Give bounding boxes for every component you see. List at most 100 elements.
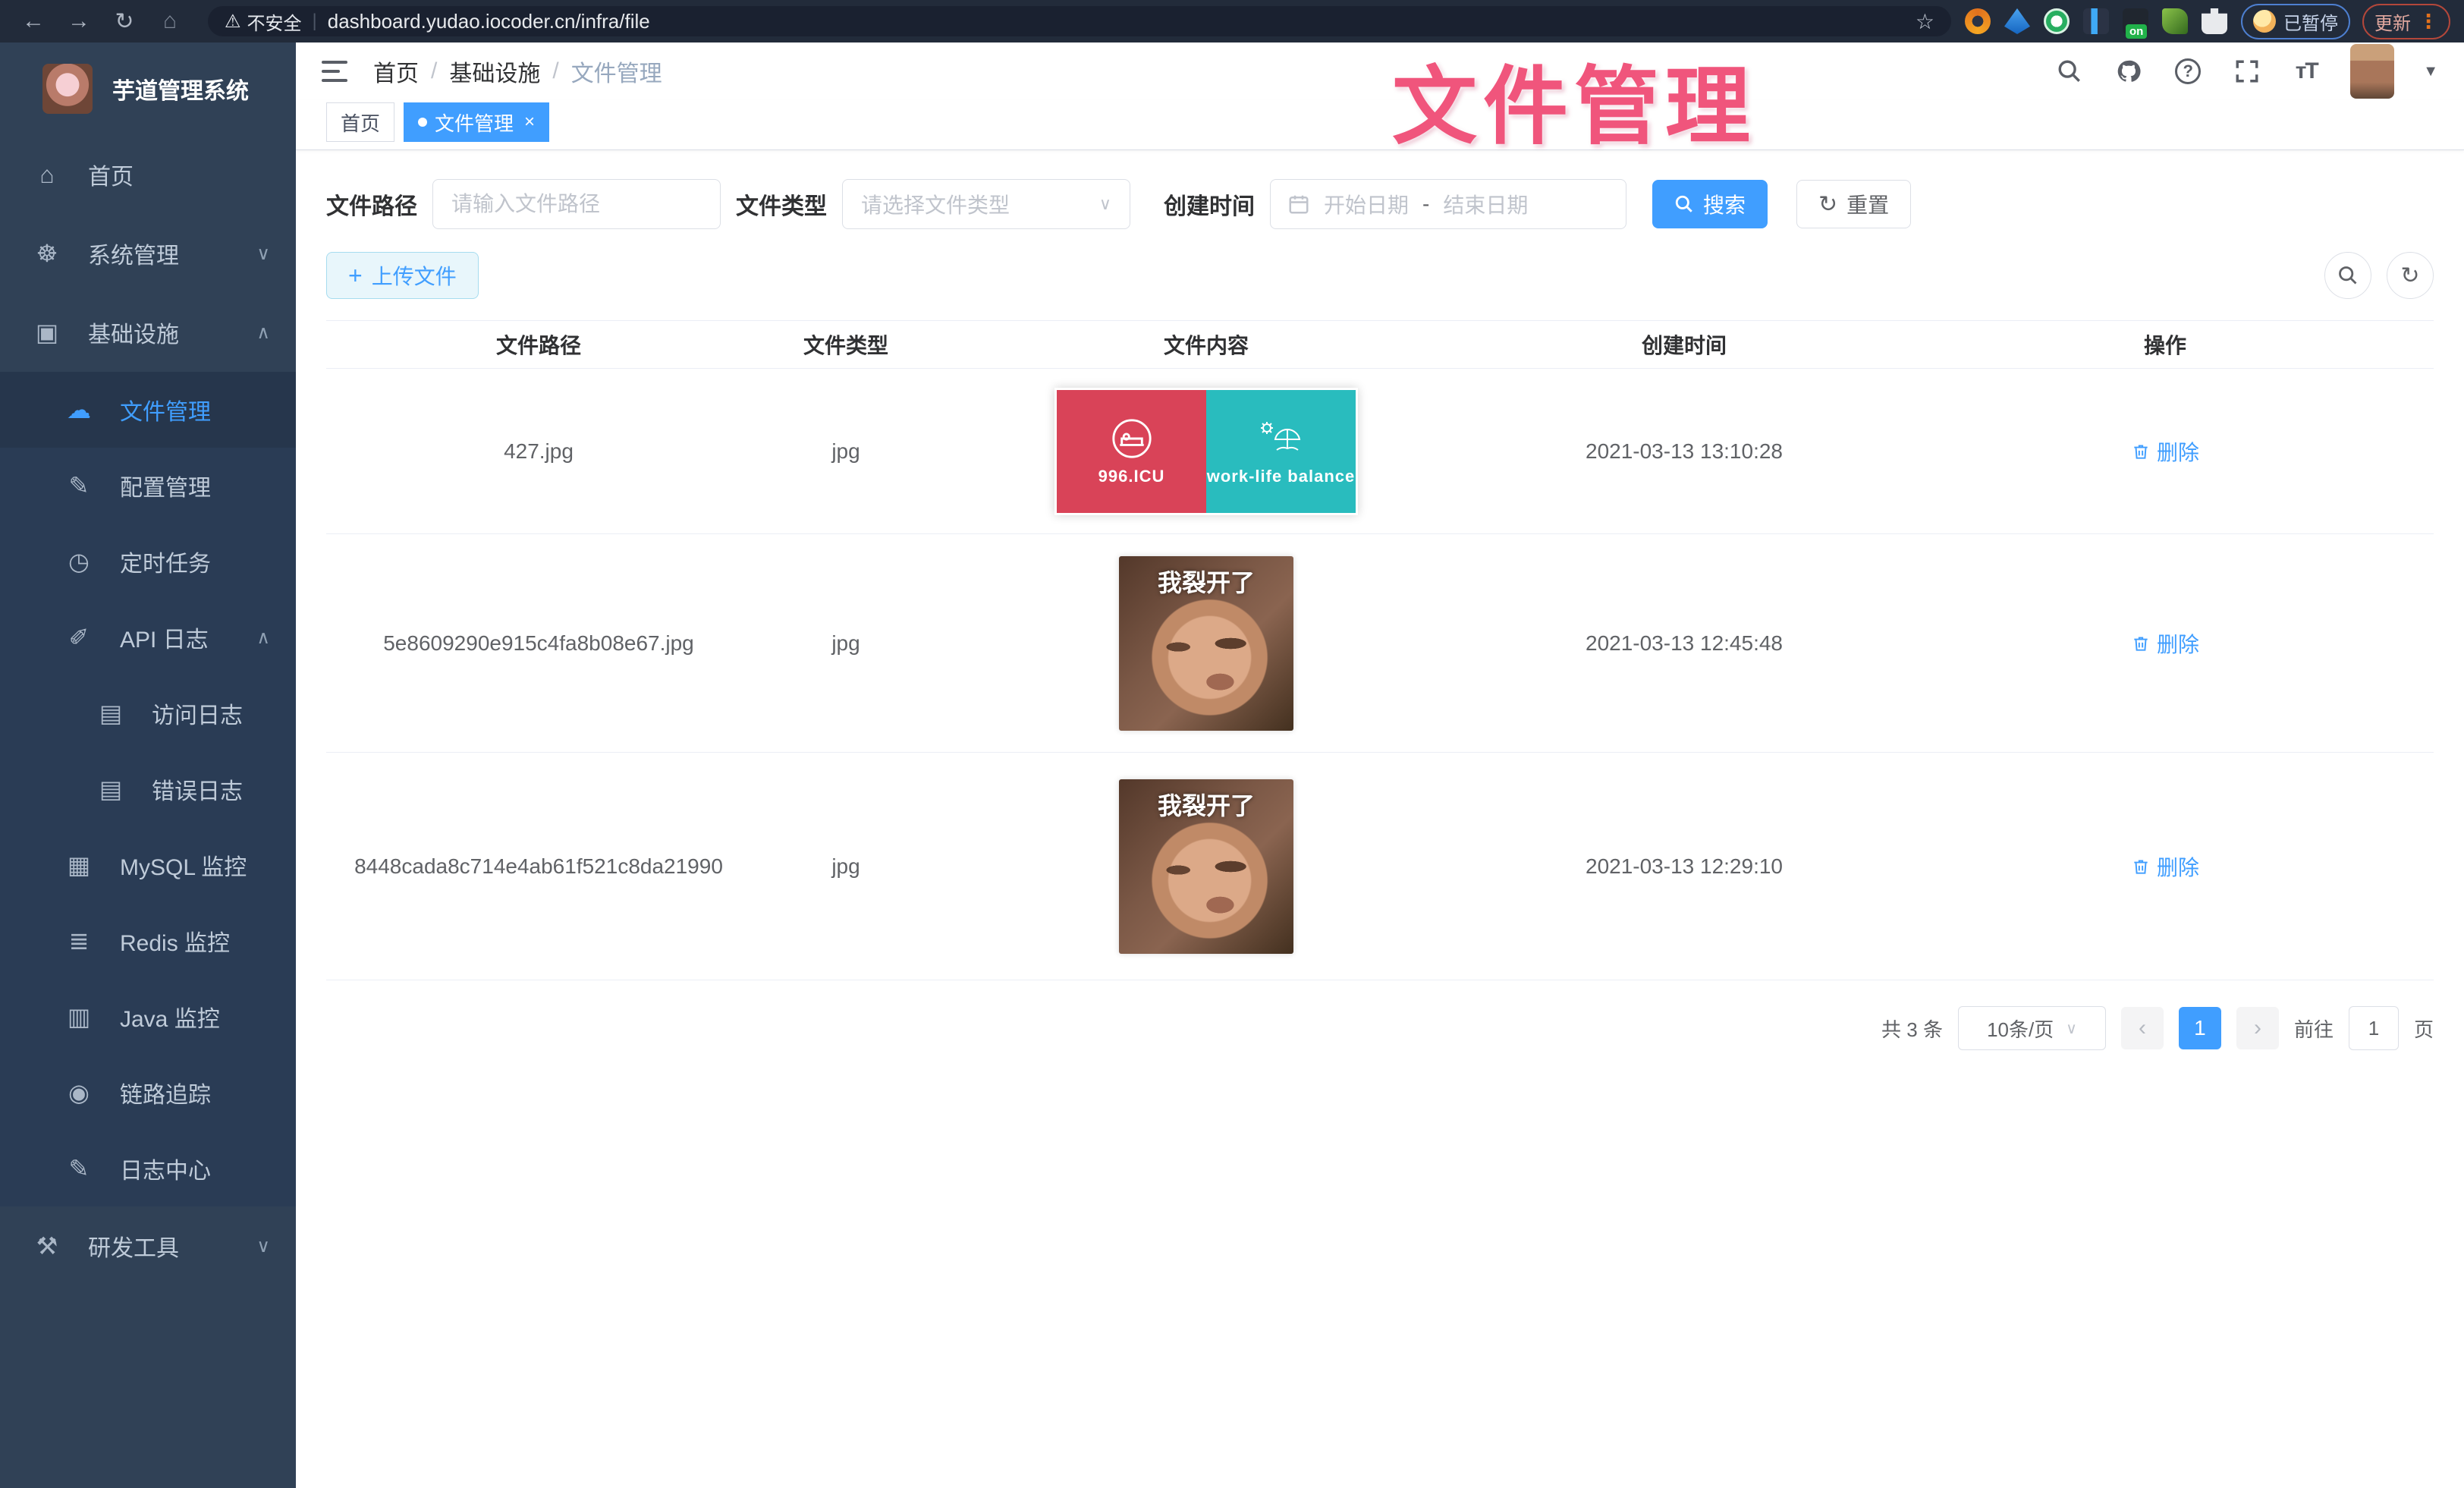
cell-file-content: 我裂开了 (941, 779, 1472, 954)
sidebar-item-home[interactable]: ⌂ 首页 (0, 135, 296, 214)
delete-button[interactable]: 删除 (2131, 436, 2199, 467)
upload-file-button[interactable]: + 上传文件 (326, 252, 479, 299)
prev-page-button[interactable]: ‹ (2121, 1007, 2164, 1049)
file-thumbnail-crying-baby[interactable]: 我裂开了 (1119, 779, 1293, 954)
breadcrumb-home[interactable]: 首页 (373, 55, 419, 88)
github-icon[interactable] (2114, 56, 2144, 87)
cloud-upload-icon: ☁ (64, 395, 94, 424)
extension-drop-icon[interactable] (2004, 8, 2030, 34)
refresh-table-button[interactable]: ↻ (2387, 252, 2434, 299)
col-create-time: 创建时间 (1472, 329, 1897, 360)
tab-home[interactable]: 首页 (326, 102, 394, 142)
end-date-placeholder[interactable]: 结束日期 (1443, 189, 1528, 219)
extensions-puzzle-icon[interactable] (2202, 8, 2227, 34)
address-bar[interactable]: ⚠ 不安全 | dashboard.yudao.iocoder.cn/infra… (208, 6, 1951, 36)
browser-reload-icon[interactable]: ↻ (105, 8, 144, 35)
bookmark-star-icon[interactable]: ☆ (1916, 9, 1934, 34)
security-warning[interactable]: ⚠ 不安全 (225, 8, 302, 35)
sidebar-item-label: 文件管理 (120, 393, 211, 426)
sidebar-item-dev-tools[interactable]: ⚒ 研发工具 ∨ (0, 1206, 296, 1285)
file-path-label: 文件路径 (326, 187, 417, 221)
tab-label: 文件管理 (435, 109, 514, 137)
address-divider: | (313, 11, 317, 32)
sidebar-item-label: 配置管理 (120, 469, 211, 502)
extension-gear-icon[interactable] (1965, 8, 1991, 34)
sidebar-item-infrastructure[interactable]: ▣ 基础设施 ∧ (0, 293, 296, 372)
sidebar-item-java-monitor[interactable]: ▥ Java 监控 (0, 979, 296, 1055)
trash-icon (2131, 442, 2151, 461)
extension-on-badge-icon[interactable] (2123, 8, 2148, 34)
reset-button[interactable]: ↻ 重置 (1796, 180, 1911, 228)
col-file-path: 文件路径 (326, 329, 751, 360)
browser-back-icon[interactable]: ← (14, 8, 53, 34)
sidebar-item-label: 基础设施 (88, 316, 179, 349)
page-1-button[interactable]: 1 (2179, 1007, 2221, 1049)
active-tab-dot (418, 118, 427, 127)
text-size-icon[interactable]: тT (2291, 56, 2321, 87)
sidebar-item-label: 错误日志 (152, 772, 243, 806)
sidebar-item-api-logs[interactable]: ✐ API 日志 ∧ (0, 599, 296, 675)
file-type-select[interactable]: 请选择文件类型 ∨ (842, 179, 1130, 229)
goto-page-input[interactable] (2349, 1006, 2399, 1050)
delete-label: 删除 (2157, 851, 2199, 882)
breadcrumb-current: 文件管理 (571, 55, 662, 88)
sidebar-item-log-center[interactable]: ✎ 日志中心 (0, 1131, 296, 1206)
redis-icon: ≣ (64, 926, 94, 955)
browser-forward-icon[interactable]: → (59, 8, 99, 34)
user-avatar[interactable] (2350, 44, 2394, 99)
file-path-input-wrap (432, 179, 721, 229)
date-range-picker[interactable]: 开始日期 - 结束日期 (1270, 179, 1626, 229)
sidebar-item-tracing[interactable]: ◉ 链路追踪 (0, 1055, 296, 1131)
reset-button-label: 重置 (1846, 189, 1889, 219)
sidebar-item-error-logs[interactable]: ▤ 错误日志 (0, 751, 296, 827)
sidebar-item-label: 日志中心 (120, 1152, 211, 1185)
chevron-up-icon: ∧ (256, 322, 270, 344)
sidebar-item-redis-monitor[interactable]: ≣ Redis 监控 (0, 903, 296, 979)
search-icon[interactable] (2054, 56, 2085, 87)
search-button[interactable]: 搜索 (1652, 180, 1768, 228)
breadcrumb-infrastructure[interactable]: 基础设施 (449, 55, 540, 88)
breadcrumb: 首页 / 基础设施 / 文件管理 (373, 55, 662, 88)
start-date-placeholder[interactable]: 开始日期 (1324, 189, 1409, 219)
extension-leaf-icon[interactable] (2162, 8, 2188, 34)
help-icon[interactable]: ? (2173, 56, 2203, 87)
cell-file-content: 996.ICU work-life balance (941, 388, 1472, 515)
extension-check-icon[interactable] (2044, 8, 2070, 34)
profile-paused-pill[interactable]: 已暂停 (2241, 4, 2350, 39)
sidebar-item-system-management[interactable]: ☸ 系统管理 ∨ (0, 214, 296, 293)
sidebar-item-access-logs[interactable]: ▤ 访问日志 (0, 675, 296, 751)
banner-right-panel: work-life balance (1206, 390, 1356, 513)
tab-bar: 首页 文件管理 × (296, 100, 2464, 150)
sidebar-item-scheduled-tasks[interactable]: ◷ 定时任务 (0, 524, 296, 599)
table-row: 427.jpg jpg 996.ICU work-life balance (326, 369, 2434, 534)
extension-bars-icon[interactable] (2083, 8, 2109, 34)
sidebar-item-config-management[interactable]: ✎ 配置管理 (0, 448, 296, 524)
sidebar-item-mysql-monitor[interactable]: ▦ MySQL 监控 (0, 827, 296, 903)
tab-file-management[interactable]: 文件管理 × (404, 102, 549, 142)
url-text[interactable]: dashboard.yudao.iocoder.cn/infra/file (328, 10, 650, 33)
document-icon: ▤ (96, 775, 126, 804)
browser-home-icon[interactable]: ⌂ (150, 8, 190, 34)
page-size-select[interactable]: 10条/页 ∨ (1958, 1006, 2106, 1050)
user-caret-down-icon[interactable]: ▼ (2423, 63, 2438, 80)
eye-icon: ◉ (64, 1078, 94, 1107)
close-icon[interactable]: × (524, 112, 535, 133)
delete-button[interactable]: 删除 (2131, 851, 2199, 882)
sidebar-toggle-icon[interactable] (322, 61, 347, 82)
cell-file-content: 我裂开了 (941, 556, 1472, 731)
cell-file-path: 8448cada8c714e4ab61f521c8da21990 (326, 854, 751, 879)
sidebar-item-file-management[interactable]: ☁ 文件管理 (0, 372, 296, 448)
delete-button[interactable]: 删除 (2131, 628, 2199, 659)
delete-label: 删除 (2157, 628, 2199, 659)
fullscreen-icon[interactable] (2232, 56, 2262, 87)
toggle-search-button[interactable] (2324, 252, 2371, 299)
browser-update-pill[interactable]: 更新 ⋮ (2362, 4, 2450, 39)
trash-icon (2131, 857, 2151, 876)
next-page-button[interactable]: › (2236, 1007, 2279, 1049)
browser-menu-dots-icon[interactable]: ⋮ (2418, 10, 2438, 33)
file-path-input[interactable] (451, 192, 702, 216)
file-thumbnail-crying-baby[interactable]: 我裂开了 (1119, 556, 1293, 731)
file-thumbnail-996icu[interactable]: 996.ICU work-life balance (1054, 388, 1358, 515)
table-tools: ↻ (2324, 252, 2434, 299)
breadcrumb-separator: / (431, 58, 437, 84)
